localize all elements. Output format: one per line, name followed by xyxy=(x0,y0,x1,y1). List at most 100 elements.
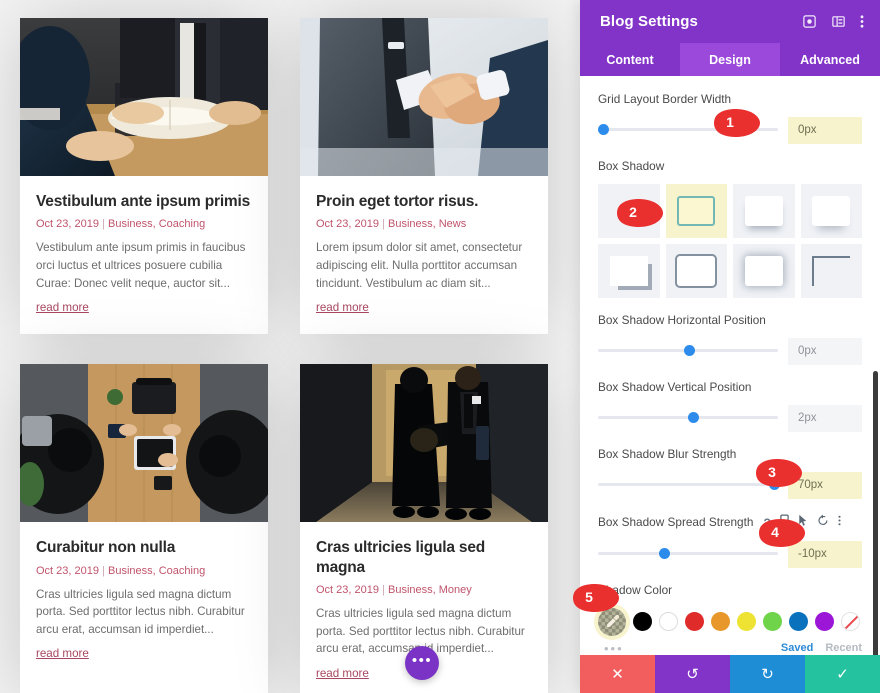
saved-colors-tab[interactable]: Saved xyxy=(781,642,813,654)
swatch-purple[interactable] xyxy=(815,612,834,632)
slider-track xyxy=(598,128,778,132)
help-icon[interactable]: ? xyxy=(763,516,770,530)
box-shadow-preset-inner-glow[interactable] xyxy=(665,183,727,238)
meta-separator: | xyxy=(382,218,385,231)
blog-post-card[interactable]: Vestibulum ante ipsum primis Oct 23, 201… xyxy=(20,18,268,335)
preview-icon[interactable] xyxy=(802,14,817,29)
undo-button[interactable]: ↺ xyxy=(655,655,730,693)
color-sub-row: ••• Saved Recent xyxy=(598,641,862,655)
read-more-link[interactable]: read more xyxy=(36,647,89,660)
post-excerpt: Cras ultricies ligula sed magna dictum p… xyxy=(36,587,245,636)
box-shadow-preset-offset-corner[interactable] xyxy=(598,243,660,298)
post-thumbnail xyxy=(300,18,548,176)
slider-row xyxy=(598,404,862,432)
slider-row xyxy=(598,471,862,499)
box-shadow-preset-corner-bracket[interactable] xyxy=(800,243,862,298)
blog-post-card[interactable]: Proin eget tortor risus. Oct 23, 2019 | … xyxy=(300,18,548,335)
slider-knob[interactable] xyxy=(659,548,671,560)
field-box-shadow: Box Shadow xyxy=(598,159,862,298)
responsive-icon[interactable] xyxy=(780,514,789,532)
grid-border-width-input[interactable] xyxy=(788,116,862,144)
swatch-yellow[interactable] xyxy=(737,612,756,632)
post-meta: Oct 23, 2019 | Business, Coaching xyxy=(36,218,252,230)
blog-post-card[interactable]: Cras ultricies ligula sed magna Oct 23, … xyxy=(300,364,548,693)
swatch-blue[interactable] xyxy=(789,612,808,632)
slider-knob[interactable] xyxy=(684,345,696,357)
swatch-no-color[interactable] xyxy=(841,612,860,632)
read-more-link[interactable]: read more xyxy=(36,301,89,314)
slider-track xyxy=(598,552,778,556)
blog-settings-panel: Blog Settings Content Design Advanced Gr… xyxy=(580,0,880,693)
field-option-icons: ? xyxy=(763,514,841,532)
blog-post-card[interactable]: Curabitur non nulla Oct 23, 2019 | Busin… xyxy=(20,364,268,693)
field-box-shadow-horizontal-position: Box Shadow Horizontal Position xyxy=(598,313,862,365)
post-excerpt: Lorem ipsum dolor sit amet, consectetur … xyxy=(316,241,523,290)
panel-scrollbar[interactable] xyxy=(873,371,878,655)
panel-header-icons xyxy=(802,14,864,29)
layout-icon[interactable] xyxy=(831,14,846,29)
panel-header: Blog Settings xyxy=(580,0,880,43)
more-icon[interactable] xyxy=(838,514,841,532)
two-businessmen-reviewing-document-at-wooden-table-image xyxy=(20,18,268,176)
swatch-white[interactable] xyxy=(659,612,678,632)
cancel-button[interactable]: ✕ xyxy=(580,655,655,693)
more-options-icon[interactable] xyxy=(860,14,864,29)
screenshot-root: Vestibulum ante ipsum primis Oct 23, 201… xyxy=(0,0,880,693)
post-title[interactable]: Proin eget tortor risus. xyxy=(316,192,532,211)
box-shadow-preset-none[interactable] xyxy=(598,183,660,238)
tab-content[interactable]: Content xyxy=(580,43,680,76)
field-label: Shadow Color xyxy=(598,582,673,597)
post-categories[interactable]: Business, Money xyxy=(388,584,472,596)
post-categories[interactable]: Business, Coaching xyxy=(108,218,205,230)
swatch-green[interactable] xyxy=(763,612,782,632)
shadow-horizontal-input[interactable] xyxy=(788,337,862,365)
recent-colors-tab[interactable]: Recent xyxy=(825,642,862,654)
post-title[interactable]: Cras ultricies ligula sed magna xyxy=(316,538,532,577)
slider-row xyxy=(598,540,862,568)
shadow-spread-input[interactable] xyxy=(788,540,862,568)
post-meta: Oct 23, 2019 | Business, News xyxy=(316,218,532,230)
post-body: Proin eget tortor risus. Oct 23, 2019 | … xyxy=(300,176,548,334)
slider-knob[interactable] xyxy=(688,412,699,424)
read-more-link[interactable]: read more xyxy=(316,301,369,314)
more-options-fab[interactable]: ••• xyxy=(405,646,439,680)
box-shadow-preset-outline[interactable] xyxy=(665,243,727,298)
overhead-view-two-people-with-tablet-at-desk-image xyxy=(20,364,268,523)
post-categories[interactable]: Business, News xyxy=(388,218,466,230)
swatch-black[interactable] xyxy=(633,612,652,632)
shadow-blur-input[interactable] xyxy=(788,471,862,499)
post-title[interactable]: Curabitur non nulla xyxy=(36,538,252,557)
grid-border-width-slider[interactable] xyxy=(598,120,778,140)
tab-advanced[interactable]: Advanced xyxy=(780,43,880,76)
slider-knob[interactable] xyxy=(598,124,609,136)
shadow-vertical-slider[interactable] xyxy=(598,408,778,428)
post-categories[interactable]: Business, Coaching xyxy=(108,565,205,577)
field-label: Box Shadow xyxy=(598,158,665,173)
panel-content-scroll[interactable]: Grid Layout Border Width Box Shadow xyxy=(580,76,880,655)
box-shadow-preset-drop-shadow-soft[interactable] xyxy=(733,183,795,238)
more-colors-button[interactable]: ••• xyxy=(598,641,781,655)
tab-design[interactable]: Design xyxy=(680,43,780,76)
post-excerpt: Vestibulum ante ipsum primis in faucibus… xyxy=(36,241,246,290)
save-button[interactable]: ✓ xyxy=(805,655,880,693)
slider-knob[interactable] xyxy=(769,479,780,491)
box-shadow-preset-blur-glow[interactable] xyxy=(733,243,795,298)
shadow-spread-slider[interactable] xyxy=(598,544,778,564)
swatch-orange[interactable] xyxy=(711,612,730,632)
color-picker-eyedropper-button[interactable] xyxy=(598,607,626,636)
swatch-red[interactable] xyxy=(685,612,704,632)
slider-track xyxy=(598,483,778,487)
field-label: Grid Layout Border Width xyxy=(598,92,732,106)
post-title[interactable]: Vestibulum ante ipsum primis xyxy=(36,192,252,211)
hover-icon[interactable] xyxy=(798,514,808,532)
field-label: Box Shadow Horizontal Position xyxy=(598,312,766,327)
box-shadow-preset-drop-shadow-spread[interactable] xyxy=(800,183,862,238)
read-more-link[interactable]: read more xyxy=(316,667,369,680)
post-thumbnail xyxy=(20,364,268,523)
shadow-vertical-input[interactable] xyxy=(788,404,862,432)
shadow-horizontal-slider[interactable] xyxy=(598,341,778,361)
field-box-shadow-blur-strength: Box Shadow Blur Strength xyxy=(598,447,862,499)
reset-icon[interactable] xyxy=(817,514,829,532)
shadow-blur-slider[interactable] xyxy=(598,475,780,495)
redo-button[interactable]: ↻ xyxy=(730,655,805,693)
